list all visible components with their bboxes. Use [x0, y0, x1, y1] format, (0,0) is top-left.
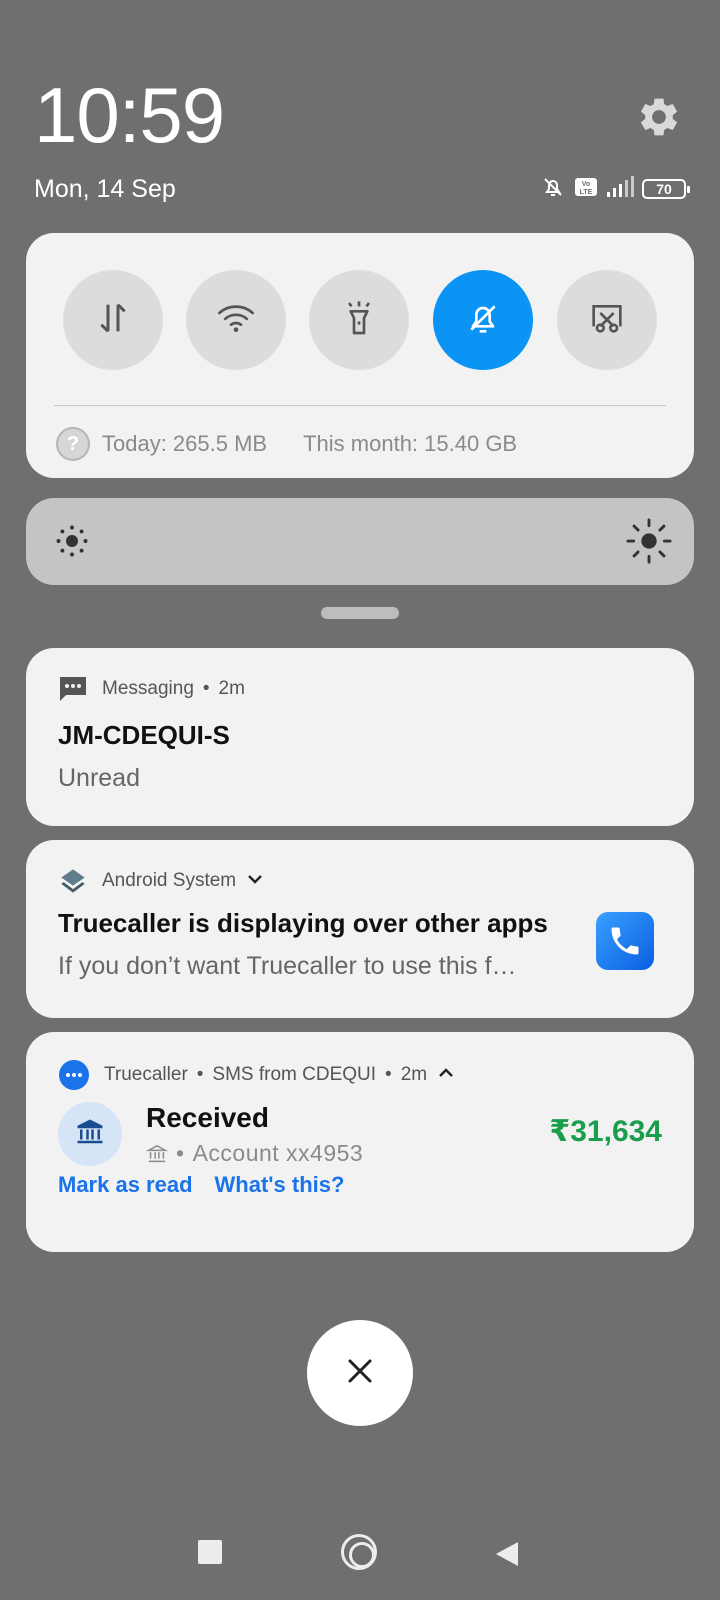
home-circle-icon[interactable] — [341, 1534, 377, 1570]
account-line: • Account xx4953 — [146, 1140, 363, 1167]
notification-actions: Mark as read What's this? — [58, 1172, 344, 1198]
whats-this-button[interactable]: What's this? — [215, 1172, 345, 1198]
notification-subtext: SMS from CDEQUI — [212, 1064, 377, 1085]
clock: 10:59 — [34, 71, 225, 159]
notification-header: Messaging • 2m — [58, 675, 245, 703]
month-usage: This month: 15.40 GB — [303, 431, 518, 456]
today-usage: Today: 265.5 MB — [102, 431, 268, 456]
divider — [54, 405, 666, 406]
separator-dot: • — [385, 1064, 392, 1085]
notification-time: 2m — [218, 678, 245, 699]
data-usage[interactable]: ? Today: 265.5 MB This month: 15.40 GB — [56, 427, 517, 461]
mobile-data-toggle[interactable] — [63, 270, 163, 370]
notification-title: Truecaller is displaying over other apps — [58, 908, 548, 938]
brightness-high-icon — [626, 518, 672, 569]
flashlight-toggle[interactable] — [309, 270, 409, 370]
separator-dot: • — [176, 1140, 185, 1166]
chevron-up-icon[interactable] — [437, 1064, 455, 1086]
gear-icon[interactable] — [636, 94, 682, 140]
notification-body: Unread — [58, 764, 140, 792]
notification-android-system[interactable]: Android System Truecaller is displaying … — [26, 840, 694, 1018]
bank-icon — [75, 1117, 105, 1152]
notification-time: 2m — [400, 1064, 428, 1085]
svg-text:Vo: Vo — [582, 181, 590, 188]
truecaller-logo-icon — [596, 912, 654, 970]
notification-truecaller[interactable]: Truecaller • SMS from CDEQUI • 2m Receiv… — [26, 1032, 694, 1252]
help-icon: ? — [56, 427, 90, 461]
separator-dot: • — [196, 1064, 204, 1085]
battery-icon: 70 — [642, 179, 690, 199]
svg-text:LTE: LTE — [580, 189, 593, 196]
notification-title: JM-CDEQUI-S — [58, 720, 230, 750]
bell-off-icon — [463, 298, 503, 343]
wifi-icon — [214, 298, 258, 343]
message-icon — [58, 675, 88, 703]
chat-bubble-icon — [58, 1059, 90, 1091]
transaction-title: Received — [146, 1102, 269, 1133]
app-name: Messaging — [102, 678, 194, 699]
separator-dot: • — [202, 678, 210, 699]
data-arrows-icon — [93, 298, 133, 343]
date: Mon, 14 Sep — [34, 175, 176, 203]
notification-header: Truecaller • SMS from CDEQUI • 2m — [58, 1059, 455, 1091]
signal-icon — [606, 175, 634, 203]
layers-icon — [58, 867, 88, 895]
wifi-toggle[interactable] — [186, 270, 286, 370]
back-triangle-icon[interactable] — [494, 1540, 520, 1573]
app-name: Truecaller — [104, 1064, 188, 1085]
account-number: Account xx4953 — [192, 1140, 364, 1166]
bank-avatar — [58, 1102, 122, 1166]
brightness-slider[interactable] — [26, 498, 694, 585]
mark-as-read-button[interactable]: Mark as read — [58, 1172, 193, 1198]
brightness-low-icon — [54, 523, 90, 564]
drag-handle[interactable] — [321, 607, 399, 619]
quick-settings-panel: ? Today: 265.5 MB This month: 15.40 GB — [26, 233, 694, 478]
silent-toggle[interactable] — [433, 270, 533, 370]
close-icon — [345, 1356, 375, 1391]
volte-icon: Vo LTE — [574, 177, 598, 202]
notification-body: If you don’t want Truecaller to use this… — [58, 952, 517, 980]
dnd-off-icon — [540, 175, 566, 204]
status-bar: Vo LTE 70 — [540, 175, 690, 204]
screenshot-toggle[interactable] — [557, 270, 657, 370]
screenshot-icon — [587, 298, 627, 343]
clear-all-button[interactable] — [307, 1320, 413, 1426]
bank-small-icon — [146, 1143, 168, 1165]
flashlight-icon — [339, 298, 379, 343]
app-name: Android System — [102, 870, 237, 891]
notification-messaging[interactable]: Messaging • 2m JM-CDEQUI-S Unread — [26, 648, 694, 826]
recents-square-icon[interactable] — [198, 1540, 222, 1564]
chevron-down-icon[interactable] — [246, 870, 264, 892]
notification-header: Android System — [58, 867, 264, 895]
transaction-amount: ₹31,634 — [549, 1115, 662, 1148]
